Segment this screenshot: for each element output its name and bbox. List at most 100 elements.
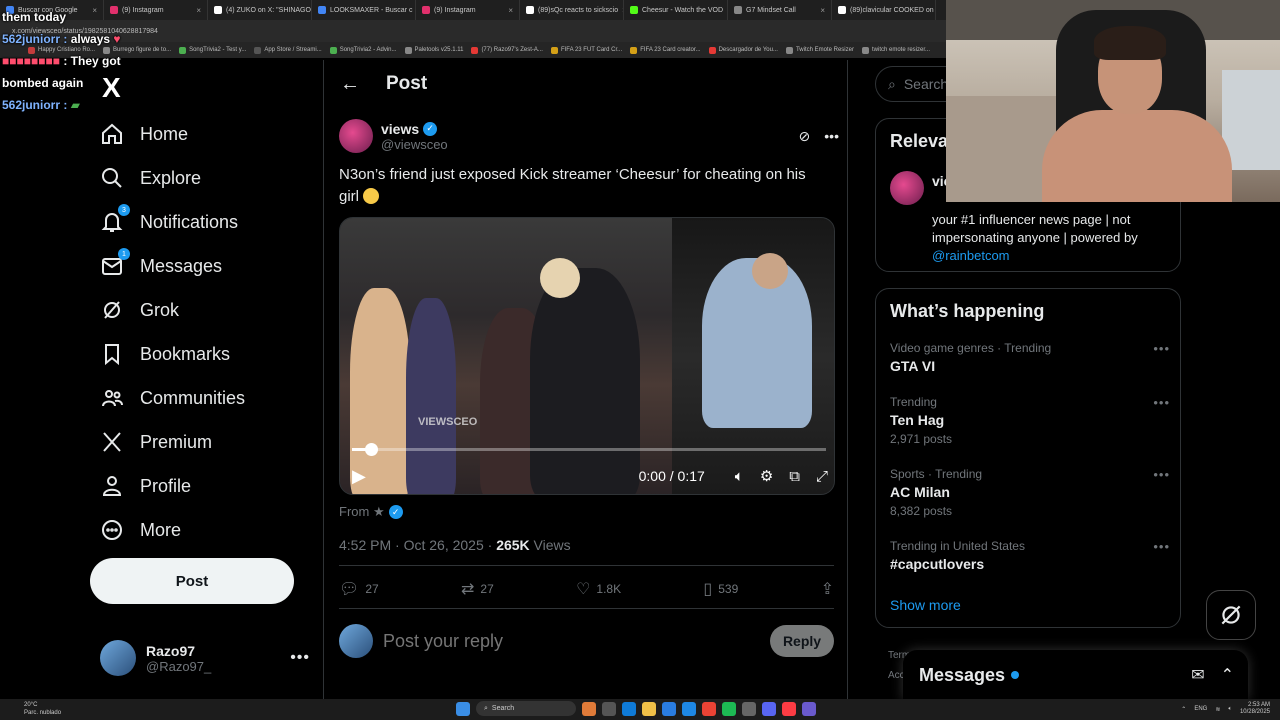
nav-item-profile[interactable]: Profile [100,464,320,508]
close-tab-icon[interactable]: × [196,6,201,15]
more-dots-icon[interactable]: ••• [1153,341,1170,356]
bookmark-item[interactable]: SongTrivia2 - Test y... [179,46,246,54]
app-icon[interactable] [802,701,816,716]
picture-in-picture-icon[interactable]: ⧉ [789,468,800,485]
video-progress-bar[interactable] [352,443,826,456]
bookmark-item[interactable]: twitch emote resizer... [861,46,930,54]
task-view-icon[interactable] [602,701,616,716]
play-icon[interactable]: ▶ [352,466,366,487]
tweet-timestamp[interactable]: 4:52 PM · Oct 26, 2025 · [339,537,496,553]
chevron-up-icon[interactable]: ⌃ [1221,665,1234,685]
nav-label: Home [140,123,189,144]
search-icon: ⌕ [484,704,488,712]
account-switcher[interactable]: Razo97 @Razo97_ ••• [100,638,310,678]
share-action[interactable]: ⇪ [821,579,834,599]
repost-action[interactable]: ⇄ 27 [461,579,494,599]
trend-item[interactable]: Trending Ten Hag 2,971 posts ••• [890,395,1170,446]
avatar[interactable] [890,171,924,205]
nav-item-messages[interactable]: 1 Messages [100,244,320,288]
favicon-icon [630,6,638,14]
more-dots-icon[interactable]: ••• [1153,395,1170,410]
volume-icon[interactable]: 🔈︎ [735,468,744,485]
app-icon[interactable] [742,701,756,716]
settings-gear-icon[interactable]: ⚙ [760,467,773,485]
browser-tab[interactable]: (89)sQc reacts to sickscio× [520,0,624,20]
progress-knob[interactable] [364,443,378,456]
nav-item-communities[interactable]: Communities [100,376,320,420]
like-action[interactable]: ♡ 1.8K [576,579,621,599]
bookmark-item[interactable]: (77) Razo97's Zest-A... [471,46,543,54]
nav-item-notifications[interactable]: 3 Notifications [100,200,320,244]
volume-icon[interactable]: 🔈︎ [1228,706,1232,713]
new-message-icon[interactable]: ✉ [1191,665,1204,685]
nav-item-more[interactable]: More [100,508,320,552]
messages-drawer[interactable]: Messages ✉ ⌃ [903,650,1248,700]
browser-tab[interactable]: LOOKSMAXER - Buscar c× [312,0,416,20]
reply-action[interactable]: 💬︎ 27 [339,579,379,599]
browser-tab[interactable]: (9) Instagram × [416,0,520,20]
app-icon[interactable] [582,701,596,716]
grok-icon[interactable]: ⊘ [799,128,811,145]
bookmark-item[interactable]: Descargador de You... [708,46,778,54]
flushed-emoji-icon [363,188,380,204]
nav-item-grok[interactable]: Grok [100,288,320,332]
spotify-icon[interactable] [722,701,736,716]
avatar [100,640,136,676]
bookmark-item[interactable]: App Store / Streami... [254,46,322,54]
bookmark-item[interactable]: SongTrivia2 - Advin... [329,46,397,54]
browser-tab[interactable]: (89)clavicular COOKED on× [832,0,936,20]
video-watermark: VIEWSCEO [418,416,478,428]
more-dots-icon[interactable]: ••• [1153,467,1170,482]
nav-item-premium[interactable]: Premium [100,420,320,464]
more-dots-icon[interactable]: ••• [824,128,839,144]
bookmark-action[interactable]: ▯ 539 [703,579,738,599]
grok-floating-button[interactable] [1206,590,1256,640]
bookmark-item[interactable]: Paletools v25.1.11 [404,46,463,54]
close-tab-icon[interactable]: × [508,6,513,15]
lang-indicator[interactable]: ENG [1194,706,1207,712]
bookmark-item[interactable]: FIFA 23 FUT Card Cr... [550,46,622,54]
fullscreen-icon[interactable]: ⤢ [816,468,828,485]
clock[interactable]: 2:53 AM 10/28/2025 [1240,702,1270,716]
discord-icon[interactable] [762,701,776,716]
browser-tab[interactable]: Cheesur - Watch the VOD× [624,0,728,20]
folder-icon[interactable] [642,701,656,716]
reply-button[interactable]: Reply [770,625,834,657]
music-icon[interactable] [782,701,796,716]
windows-start-icon[interactable] [456,701,470,716]
browser-tab[interactable]: (4) ZUKO on X: "SHINAGO× [208,0,312,20]
tweet-video[interactable]: VIEWSCEO ▶ 0:00 / 0:17 🔈︎ ⚙ ⧉ ⤢ [339,217,835,495]
close-tab-icon[interactable]: × [820,6,825,15]
edge-icon[interactable] [622,701,636,716]
chrome-icon[interactable] [702,701,716,716]
nav-item-home[interactable]: Home [100,112,320,156]
nav-item-explore[interactable]: Explore [100,156,320,200]
store-icon[interactable] [662,701,676,716]
more-dots-icon[interactable]: ••• [1153,539,1170,554]
chevron-up-icon[interactable]: ⌃ [1181,706,1186,713]
wifi-icon[interactable]: ≋ [1215,706,1220,713]
mail-icon[interactable] [682,701,696,716]
x-logo[interactable]: X [102,72,121,104]
author-handle[interactable]: @viewsceo [381,137,448,152]
more-circle-icon [100,518,124,542]
reply-input[interactable] [383,630,753,652]
trend-item[interactable]: Sports · Trending AC Milan 8,382 posts •… [890,467,1170,518]
bio-link[interactable]: @rainbetcom [932,248,1010,263]
back-arrow-icon[interactable]: ← [340,73,360,96]
trend-item[interactable]: Video game genres · Trending GTA VI ••• [890,341,1170,374]
post-button[interactable]: Post [90,558,294,604]
nav-item-bookmarks[interactable]: Bookmarks [100,332,320,376]
author-name[interactable]: views [381,121,419,137]
source-attribution[interactable]: From ★ ✓ [339,504,403,520]
show-more-link[interactable]: Show more [890,597,961,613]
more-dots-icon[interactable]: ••• [290,649,310,667]
browser-tab[interactable]: G7 Mindset Call × [728,0,832,20]
main-column: ← Post views ✓ @viewsceo ⊘ ••• N3on’s fri… [323,60,848,700]
trend-item[interactable]: Trending in United States #capcutlovers … [890,539,1170,572]
taskbar-search[interactable]: ⌕ Search [476,701,576,716]
avatar[interactable] [339,119,373,153]
bookmark-item[interactable]: Twitch Emote Resizer [785,46,854,54]
bookmark-item[interactable]: FIFA 23 Card creator... [630,46,701,54]
weather-widget[interactable]: 20°C Parc. nublado [24,701,61,717]
